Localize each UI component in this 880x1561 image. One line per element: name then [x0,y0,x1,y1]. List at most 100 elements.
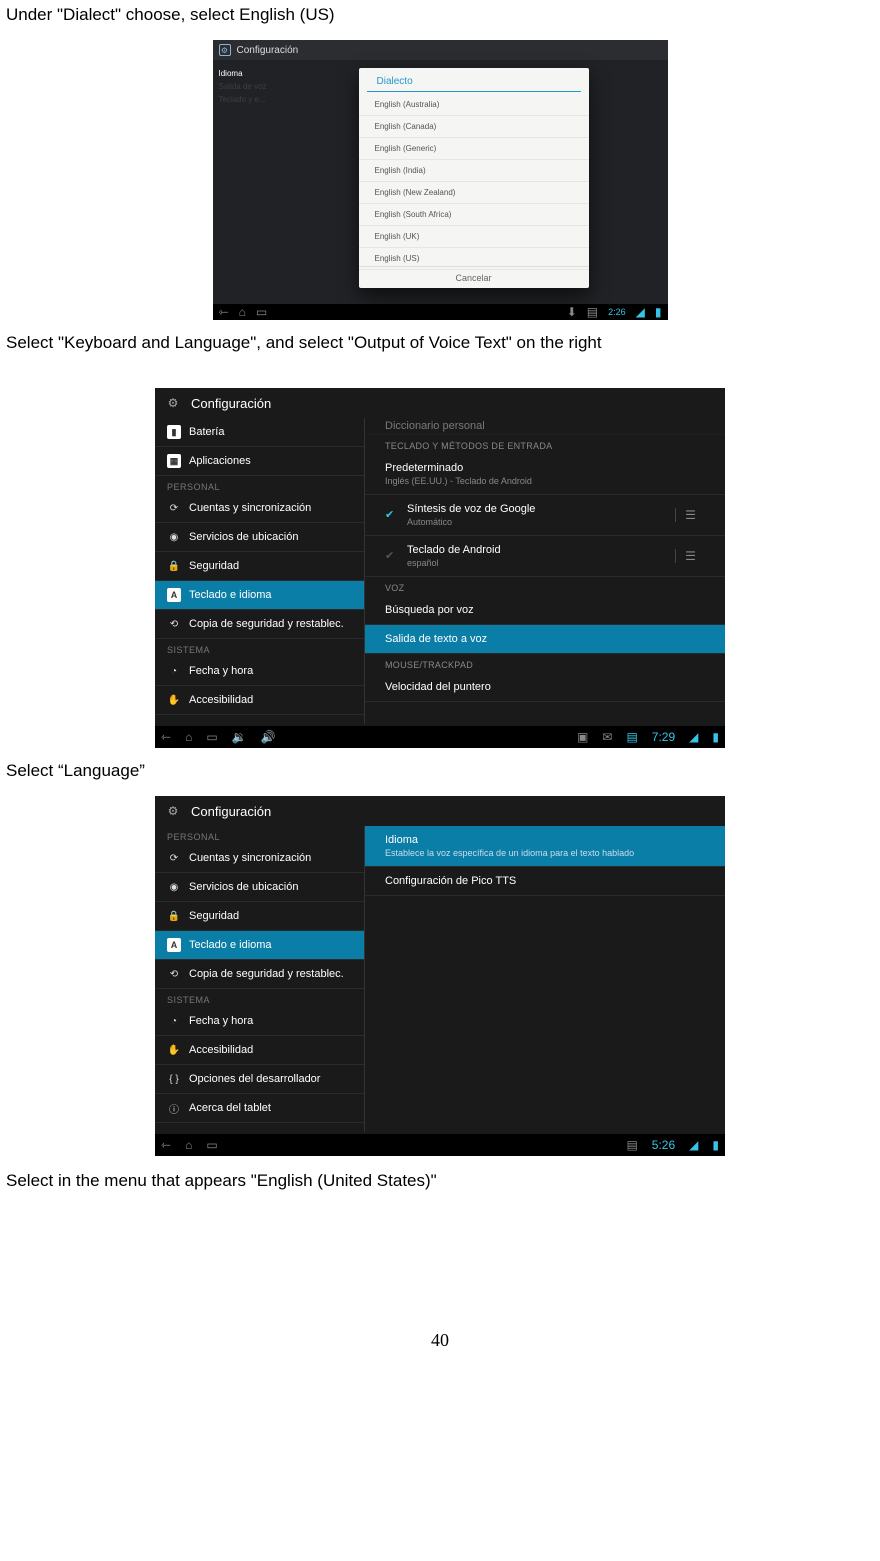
dialect-option[interactable]: English (UK) [359,226,589,248]
gear-icon: ⚙ [219,44,231,56]
sidebar-item-security[interactable]: 🔒Seguridad [155,552,364,581]
pico-tts-config[interactable]: Configuración de Pico TTS [365,867,725,896]
apps-icon: ▦ [167,454,181,468]
sidebar-item-accounts[interactable]: ⟳Cuentas y sincronización [155,494,364,523]
settings-title: Configuración [237,45,299,56]
sidebar-item-backup[interactable]: ⟲Copia de seguridad y restablec. [155,960,364,989]
settings-detail: IdiomaEstablece la voz específica de un … [365,826,725,1132]
dialect-option[interactable]: English (South Africa) [359,204,589,226]
clock: 2:26 [608,307,626,317]
category-voice: VOZ [365,577,725,596]
settings-sidebar: PERSONAL ⟳Cuentas y sincronización ◉Serv… [155,826,365,1132]
location-icon: ◉ [167,530,181,544]
instruction-3: Select “Language” [0,760,880,790]
battery-icon: ▮ [712,1138,719,1152]
backup-icon: ⟲ [167,967,181,981]
dialog-title: Dialecto [367,68,581,92]
sidebar-item-keyboard-language[interactable]: ATeclado e idioma [155,931,364,960]
wifi-icon: ◢ [689,730,698,744]
sidebar-item-security[interactable]: 🔒Seguridad [155,902,364,931]
gear-icon: ⚙ [165,803,181,819]
back-icon[interactable]: ⇽ [161,730,171,744]
sidebar-item-faded: Teclado y e... [219,94,347,107]
sidebar-item-datetime[interactable]: ◔Fecha y hora [155,1007,364,1036]
download-icon: ⬇ [567,305,577,319]
category-system: SISTEMA [155,989,364,1007]
settings-title: Configuración [191,804,271,819]
sidebar-item-faded: Salida de voz [219,81,347,94]
language-setting[interactable]: IdiomaEstablece la voz específica de un … [365,826,725,867]
home-icon[interactable]: ⌂ [239,305,246,319]
gear-icon: ⚙ [165,395,181,411]
dialect-option[interactable]: English (Australia) [359,94,589,116]
sidebar-item-backup[interactable]: ⟲Copia de seguridad y restablec. [155,610,364,639]
sidebar-item-developer[interactable]: { }Opciones del desarrollador [155,1065,364,1094]
sidebar-item-about[interactable]: ⓘAcerca del tablet [155,1094,364,1123]
dialect-option[interactable]: English (Generic) [359,138,589,160]
home-icon[interactable]: ⌂ [185,1138,192,1152]
vol-down-icon[interactable]: 🔉 [232,730,247,744]
dialect-option[interactable]: English (New Zealand) [359,182,589,204]
back-icon[interactable]: ⇽ [161,1138,171,1152]
instruction-1: Under "Dialect" choose, select English (… [0,4,880,34]
backup-icon: ⟲ [167,617,181,631]
category-personal: PERSONAL [155,476,364,494]
category-mouse: MOUSE/TRACKPAD [365,654,725,673]
google-tts[interactable]: ✔Síntesis de voz de GoogleAutomático ☰ [365,495,725,536]
screenshot-keyboard-language: ⚙ Configuración ▮Batería ▦Aplicaciones P… [155,388,725,748]
sidebar-item-location[interactable]: ◉Servicios de ubicación [155,873,364,902]
mail-icon: ✉ [602,730,612,744]
wifi-icon: ◢ [636,305,645,319]
default-keyboard[interactable]: PredeterminadoInglés (EE.UU.) - Teclado … [365,454,725,495]
sidebar-item-location[interactable]: ◉Servicios de ubicación [155,523,364,552]
recent-icon[interactable]: ▭ [206,1138,217,1152]
braces-icon: { } [167,1072,181,1086]
sd-icon: ▤ [626,1138,637,1152]
recent-icon[interactable]: ▭ [206,730,217,744]
settings-icon[interactable]: ☰ [675,549,705,563]
battery-icon: ▮ [712,730,719,744]
sidebar-item-datetime[interactable]: ◔Fecha y hora [155,657,364,686]
clock-icon: ◔ [167,664,181,678]
instruction-4: Select in the menu that appears "English… [0,1170,880,1200]
dialect-option[interactable]: English (Canada) [359,116,589,138]
back-icon[interactable]: ⇽ [219,305,229,319]
lock-icon: 🔒 [167,909,181,923]
check-icon: ✔ [385,549,399,563]
hand-icon: ✋ [167,1043,181,1057]
sd-icon: ▤ [587,305,598,319]
keyboard-icon: A [167,588,181,602]
settings-detail: Diccionario personal TECLADO Y MÉTODOS D… [365,418,725,724]
pointer-speed[interactable]: Velocidad del puntero [365,673,725,702]
category-system: SISTEMA [155,639,364,657]
info-icon: ⓘ [167,1101,181,1115]
dialect-dialog: Dialecto English (Australia) English (Ca… [359,68,589,288]
settings-sidebar: ▮Batería ▦Aplicaciones PERSONAL ⟳Cuentas… [155,418,365,724]
keyboard-icon: A [167,938,181,952]
page-number: 40 [0,1330,880,1371]
home-icon[interactable]: ⌂ [185,730,192,744]
cancel-button[interactable]: Cancelar [359,266,589,288]
sidebar-item-keyboard-language[interactable]: ATeclado e idioma [155,581,364,610]
settings-title: Configuración [191,396,271,411]
android-keyboard[interactable]: ✔Teclado de Androidespañol ☰ [365,536,725,577]
hand-icon: ✋ [167,693,181,707]
clock-icon: ◔ [167,1014,181,1028]
sync-icon: ⟳ [167,851,181,865]
sidebar-item-battery[interactable]: ▮Batería [155,418,364,447]
scroll-hint: Diccionario personal [365,418,725,435]
settings-icon[interactable]: ☰ [675,508,705,522]
dialect-option[interactable]: English (India) [359,160,589,182]
sd-icon: ▤ [626,730,637,744]
voice-search[interactable]: Búsqueda por voz [365,596,725,625]
sidebar-item-apps[interactable]: ▦Aplicaciones [155,447,364,476]
sidebar-item-accessibility[interactable]: ✋Accesibilidad [155,1036,364,1065]
battery-icon: ▮ [655,305,662,319]
category-personal: PERSONAL [155,826,364,844]
vol-up-icon[interactable]: 🔊 [261,730,276,744]
recent-icon[interactable]: ▭ [256,305,267,319]
sidebar-item-accounts[interactable]: ⟳Cuentas y sincronización [155,844,364,873]
battery-icon: ▮ [167,425,181,439]
text-to-speech-output[interactable]: Salida de texto a voz [365,625,725,654]
sidebar-item-accessibility[interactable]: ✋Accesibilidad [155,686,364,715]
